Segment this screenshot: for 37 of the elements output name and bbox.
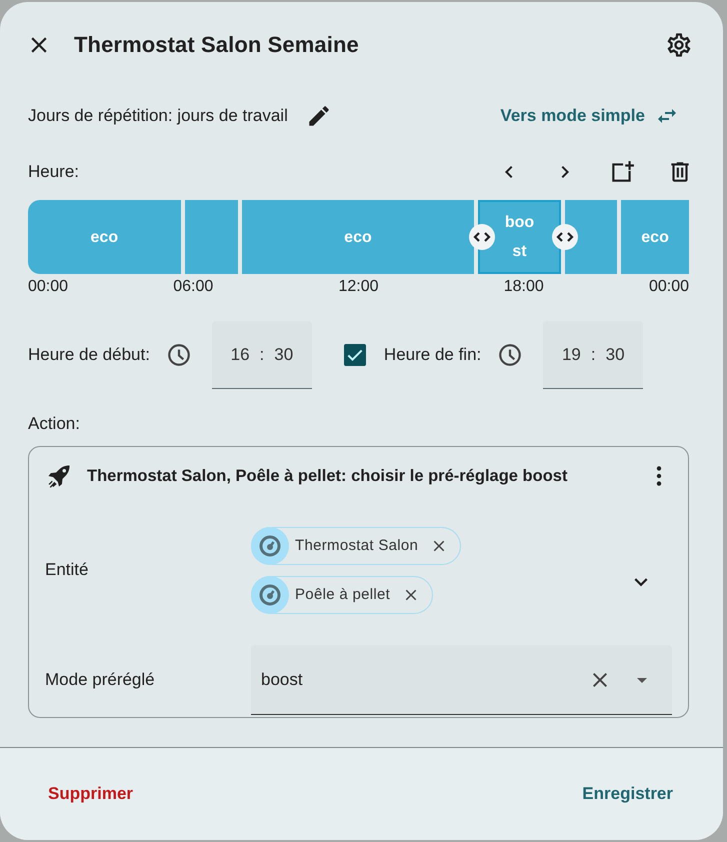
gauge-icon	[258, 534, 282, 558]
simple-mode-link[interactable]: Vers mode simple	[500, 104, 679, 128]
entity-label: Entité	[45, 560, 90, 580]
time-tick: 00:00	[648, 278, 689, 296]
time-heading: Heure:	[28, 162, 80, 182]
drag-handle-icon[interactable]	[468, 223, 496, 251]
time-tick: 00:00	[28, 278, 68, 296]
time-separator: :	[260, 344, 264, 364]
time-label: Heure de début:	[28, 345, 150, 365]
repeat-days-label: Jours de répétition: jours de travail	[28, 106, 288, 126]
clock-icon[interactable]	[166, 342, 192, 368]
time-tick: 06:00	[173, 278, 214, 296]
time-field[interactable]: 19 : 30	[543, 321, 644, 389]
time-tick: 18:00	[504, 278, 544, 296]
gauge-icon	[258, 582, 282, 606]
hours-input[interactable]: 16	[230, 344, 250, 364]
clock-icon[interactable]	[497, 342, 524, 368]
minutes-input[interactable]: 30	[606, 344, 625, 364]
time-tick: 12:00	[338, 278, 379, 296]
preset-select[interactable]: boost	[251, 645, 672, 715]
action-title: Thermostat Salon, Poêle à pellet: choisir le pré-réglage boost	[87, 466, 568, 486]
save-button[interactable]: Enregistrer	[582, 776, 673, 812]
time-separator: :	[590, 344, 596, 364]
end-time-checkbox[interactable]	[344, 344, 366, 366]
entity-chip[interactable]: Thermostat Salon	[251, 526, 462, 564]
time-label: Heure de fin:	[384, 345, 482, 365]
preset-value: boost	[261, 670, 304, 690]
dialog-title: Thermostat Salon Semaine	[74, 32, 360, 58]
delete-button[interactable]: Supprimer	[48, 776, 134, 812]
minutes-input[interactable]: 30	[274, 344, 294, 364]
hours-input[interactable]: 19	[562, 344, 581, 364]
drag-handle-icon[interactable]	[551, 223, 580, 251]
entity-chip[interactable]: Poêle à pellet	[251, 576, 434, 614]
action-heading: Action:	[27, 413, 81, 435]
preset-label: Mode préréglé	[45, 670, 156, 690]
settings-icon[interactable]	[665, 31, 693, 59]
time-field[interactable]: 16 : 30	[212, 321, 312, 389]
